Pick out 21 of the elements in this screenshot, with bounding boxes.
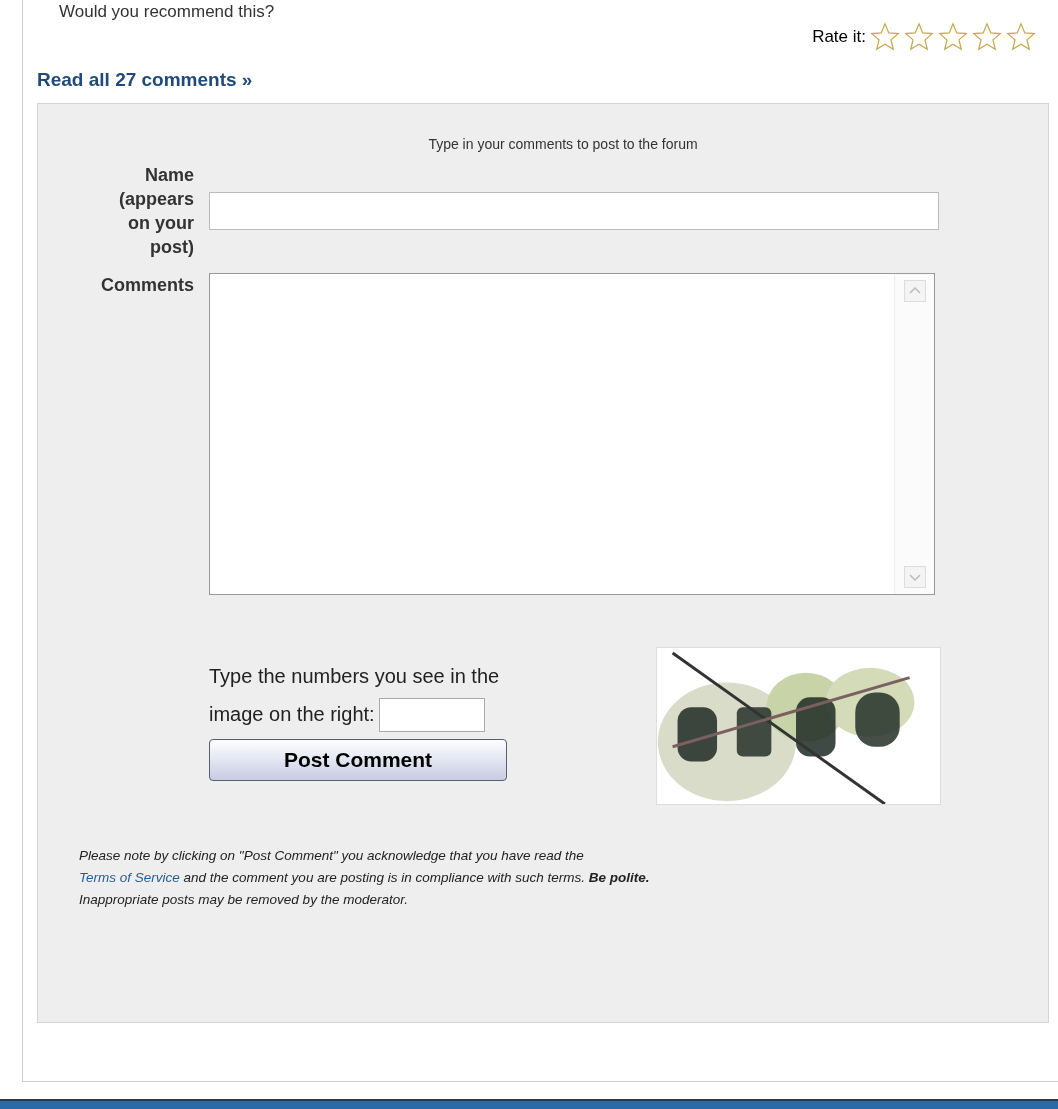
scrollbar[interactable] xyxy=(894,273,934,594)
scroll-down-icon[interactable] xyxy=(903,565,926,588)
captcha-input[interactable] xyxy=(378,698,485,733)
captcha-prompt: Type the numbers you see in the image on the right: xyxy=(209,656,549,733)
scroll-up-icon[interactable] xyxy=(903,279,926,302)
name-input[interactable] xyxy=(209,191,939,230)
star-icon[interactable] xyxy=(972,22,1002,52)
star-icon[interactable] xyxy=(870,22,900,52)
name-label: Name (appears on your post) xyxy=(117,163,194,259)
rate-label: Rate it: xyxy=(812,26,866,49)
post-comment-button[interactable]: Post Comment xyxy=(209,738,507,781)
terms-link[interactable]: Terms of Service xyxy=(79,869,180,885)
read-comments-link[interactable]: Read all 27 comments » xyxy=(37,69,253,90)
star-rating[interactable] xyxy=(870,22,1036,52)
form-intro: Type in your comments to post to the forum xyxy=(427,134,699,154)
recommend-question: Would you recommend this? xyxy=(58,1,276,23)
comments-label: Comments xyxy=(100,273,194,297)
star-icon[interactable] xyxy=(904,22,934,52)
star-icon[interactable] xyxy=(938,22,968,52)
star-icon[interactable] xyxy=(1006,22,1036,52)
terms-note: Please note by clicking on "Post Comment" you acknowledge that you have read the Terms of Service and the comment you are posting is in compliance with such terms. Be polite. Inappropriate posts may be removed by the moderator. xyxy=(78,846,651,909)
